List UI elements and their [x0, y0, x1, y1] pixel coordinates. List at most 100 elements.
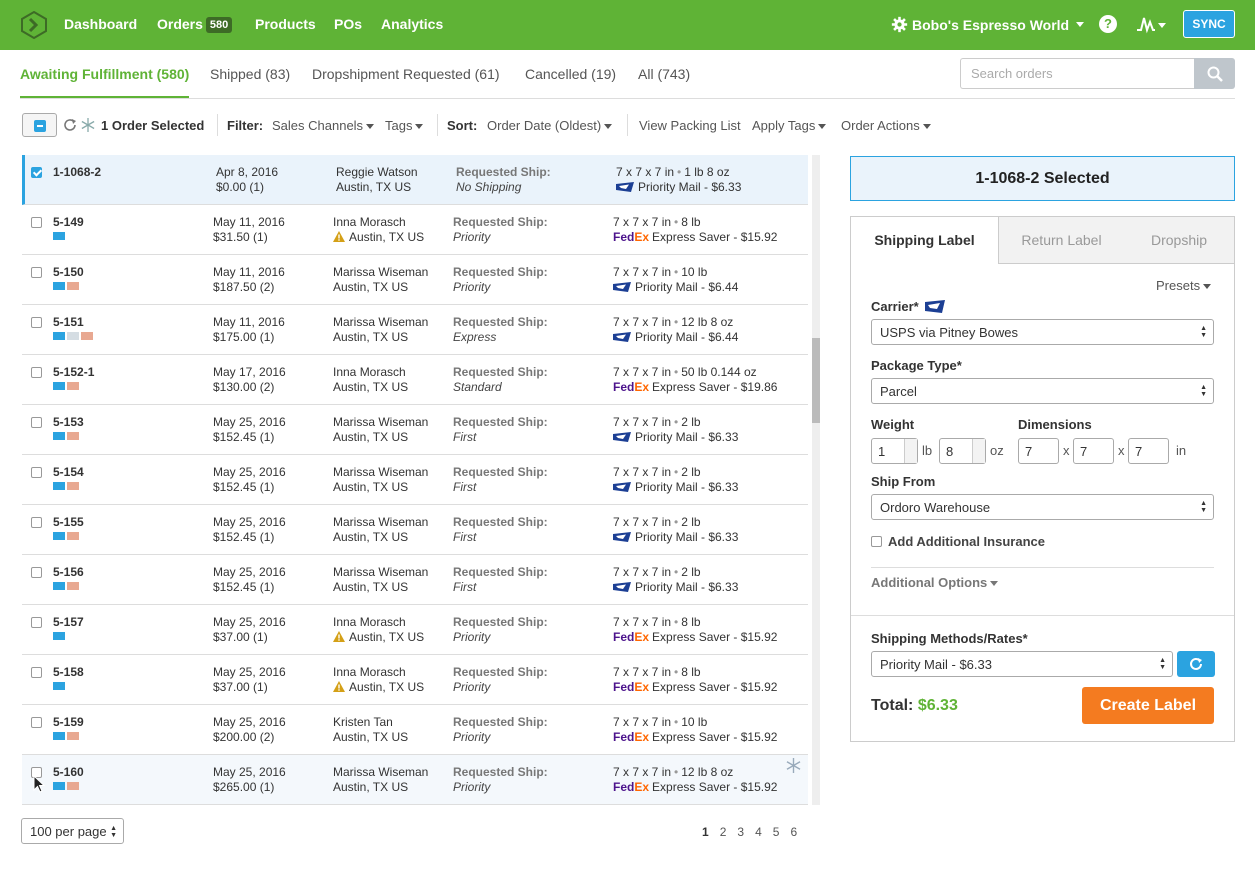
order-checkbox[interactable]: [31, 617, 42, 628]
additional-options-toggle[interactable]: Additional Options: [871, 575, 999, 590]
order-actions-dropdown[interactable]: Order Actions: [841, 118, 931, 133]
order-id-link[interactable]: 5-156: [53, 565, 84, 579]
page-link[interactable]: 6: [790, 825, 797, 839]
tab-all[interactable]: All (743): [638, 66, 690, 82]
order-tag[interactable]: [67, 782, 79, 790]
order-tag[interactable]: [67, 282, 79, 290]
shipping-rate[interactable]: Priority Mail - $6.33: [613, 580, 738, 595]
order-row[interactable]: 5-157 May 25, 2016 $37.00 (1) Inna Morasch A…: [22, 605, 808, 655]
select-all-checkbox[interactable]: [22, 113, 57, 137]
order-checkbox[interactable]: [31, 717, 42, 728]
orders-scrollbar-thumb[interactable]: [812, 338, 820, 423]
insurance-checkbox[interactable]: [871, 536, 882, 547]
package-type-select[interactable]: Parcel ▲ ▼: [871, 378, 1214, 404]
order-id-link[interactable]: 5-158: [53, 665, 84, 679]
sync-button[interactable]: SYNC: [1183, 10, 1235, 38]
tab-awaiting-fulfillment[interactable]: Awaiting Fulfillment (580): [20, 66, 189, 82]
page-link[interactable]: 3: [737, 825, 744, 839]
weight-oz-stepper[interactable]: [972, 439, 985, 463]
order-tag[interactable]: [53, 482, 65, 490]
order-row[interactable]: 5-156 May 25, 2016 $152.45 (1) Marissa Wise…: [22, 555, 808, 605]
order-tag[interactable]: [53, 232, 65, 240]
height-input[interactable]: 7: [1128, 438, 1169, 464]
shipping-rate[interactable]: FedEx Express Saver - $19.86: [613, 380, 777, 395]
length-input[interactable]: 7: [1018, 438, 1059, 464]
shipping-rate[interactable]: FedEx Express Saver - $15.92: [613, 680, 777, 695]
search-input[interactable]: [960, 58, 1194, 89]
order-tag[interactable]: [67, 382, 79, 390]
order-row[interactable]: 5-153 May 25, 2016 $152.45 (1) Marissa Wise…: [22, 405, 808, 455]
tab-dropship[interactable]: Dropship: [1124, 217, 1234, 264]
shipping-rate[interactable]: FedEx Express Saver - $15.92: [613, 780, 777, 795]
tab-shipped[interactable]: Shipped (83): [210, 66, 290, 82]
shipping-rate[interactable]: Priority Mail - $6.33: [613, 530, 738, 545]
order-row[interactable]: 5-154 May 25, 2016 $152.45 (1) Marissa Wise…: [22, 455, 808, 505]
presets-dropdown[interactable]: Presets: [1156, 278, 1212, 293]
order-id-link[interactable]: 5-159: [53, 715, 84, 729]
insurance-label[interactable]: Add Additional Insurance: [888, 534, 1045, 549]
order-checkbox[interactable]: [31, 467, 42, 478]
order-tag[interactable]: [53, 582, 65, 590]
ship-from-select[interactable]: Ordoro Warehouse ▲ ▼: [871, 494, 1214, 520]
order-checkbox[interactable]: [31, 517, 42, 528]
weight-oz-input[interactable]: 8: [939, 438, 986, 464]
snowflake-icon[interactable]: [786, 758, 801, 773]
sort-dropdown[interactable]: Order Date (Oldest): [487, 118, 613, 133]
apply-tags-dropdown[interactable]: Apply Tags: [752, 118, 827, 133]
order-tag[interactable]: [67, 482, 79, 490]
search-button[interactable]: [1194, 58, 1235, 89]
tab-shipping-label[interactable]: Shipping Label: [851, 217, 999, 264]
shipping-rate[interactable]: Priority Mail - $6.44: [613, 330, 738, 345]
order-id-link[interactable]: 5-160: [53, 765, 84, 779]
shipping-rate[interactable]: Priority Mail - $6.33: [616, 180, 741, 195]
activity-menu[interactable]: [1136, 14, 1166, 37]
order-tag[interactable]: [81, 332, 93, 340]
order-tag[interactable]: [53, 532, 65, 540]
order-row[interactable]: 1-1068-2 Apr 8, 2016 $0.00 (1) Reggie Watso…: [22, 155, 808, 205]
order-id-link[interactable]: 5-157: [53, 615, 84, 629]
shipping-rate[interactable]: Priority Mail - $6.44: [613, 280, 738, 295]
order-checkbox[interactable]: [31, 417, 42, 428]
order-tag[interactable]: [67, 732, 79, 740]
order-tag[interactable]: [67, 532, 79, 540]
shipping-rate[interactable]: FedEx Express Saver - $15.92: [613, 230, 777, 245]
order-row[interactable]: 5-158 May 25, 2016 $37.00 (1) Inna Morasch A…: [22, 655, 808, 705]
order-id-link[interactable]: 5-151: [53, 315, 84, 329]
order-tag[interactable]: [67, 582, 79, 590]
order-row[interactable]: 5-155 May 25, 2016 $152.45 (1) Marissa Wise…: [22, 505, 808, 555]
order-checkbox[interactable]: [31, 367, 42, 378]
order-tag[interactable]: [53, 632, 65, 640]
shipping-rate[interactable]: FedEx Express Saver - $15.92: [613, 730, 777, 745]
company-menu[interactable]: Bobo's Espresso World: [891, 16, 1085, 33]
create-label-button[interactable]: Create Label: [1082, 687, 1214, 724]
per-page-select[interactable]: 100 per page ▲ ▼: [21, 818, 124, 844]
nav-analytics[interactable]: Analytics: [381, 16, 443, 32]
order-checkbox[interactable]: [31, 167, 42, 178]
order-id-link[interactable]: 5-154: [53, 465, 84, 479]
weight-lb-stepper[interactable]: [904, 439, 917, 463]
sales-channels-dropdown[interactable]: Sales Channels: [272, 118, 375, 133]
order-id-link[interactable]: 5-153: [53, 415, 84, 429]
tab-cancelled[interactable]: Cancelled (19): [525, 66, 616, 82]
nav-products[interactable]: Products: [255, 16, 316, 32]
ordoro-logo-icon[interactable]: [20, 11, 48, 39]
order-row[interactable]: 5-159 May 25, 2016 $200.00 (2) Kristen Tan A…: [22, 705, 808, 755]
order-tag[interactable]: [53, 382, 65, 390]
order-row[interactable]: 5-149 May 11, 2016 $31.50 (1) Inna Morasch A…: [22, 205, 808, 255]
order-checkbox[interactable]: [31, 567, 42, 578]
order-row[interactable]: 5-151 May 11, 2016 $175.00 (1) Marissa Wise…: [22, 305, 808, 355]
order-id-link[interactable]: 1-1068-2: [53, 165, 101, 179]
snowflake-icon[interactable]: [81, 118, 95, 132]
order-row[interactable]: 5-150 May 11, 2016 $187.50 (2) Marissa Wise…: [22, 255, 808, 305]
order-id-link[interactable]: 5-155: [53, 515, 84, 529]
help-icon[interactable]: ?: [1099, 15, 1117, 33]
page-link[interactable]: 1: [702, 825, 709, 839]
carrier-select[interactable]: USPS via Pitney Bowes ▲ ▼: [871, 319, 1214, 345]
tags-filter-dropdown[interactable]: Tags: [385, 118, 424, 133]
order-id-link[interactable]: 5-149: [53, 215, 84, 229]
tab-dropshipment-requested[interactable]: Dropshipment Requested (61): [312, 66, 500, 82]
order-tag[interactable]: [53, 782, 65, 790]
order-tag[interactable]: [53, 332, 65, 340]
shipping-rate[interactable]: FedEx Express Saver - $15.92: [613, 630, 777, 645]
tab-return-label[interactable]: Return Label: [999, 217, 1124, 264]
